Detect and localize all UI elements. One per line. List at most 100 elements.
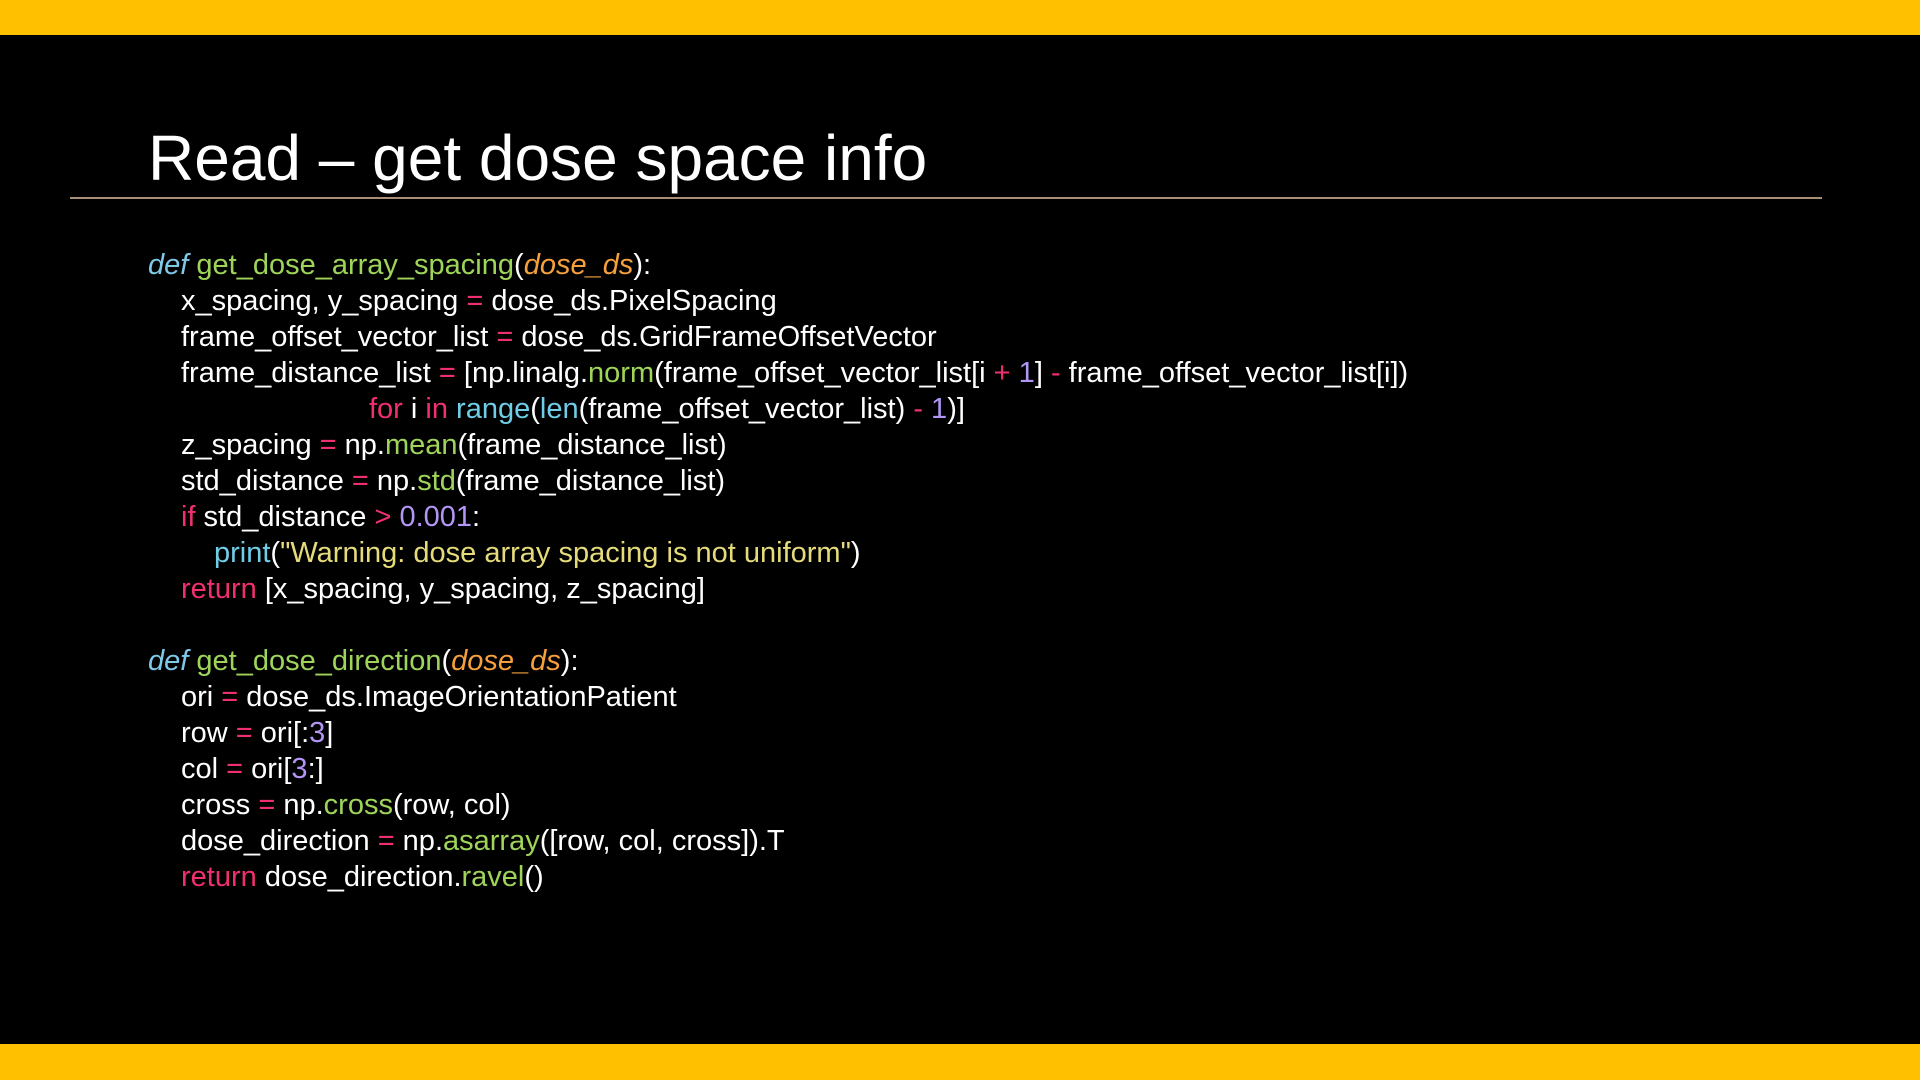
code-line: x_spacing, y_spacing = dose_ds.PixelSpac… xyxy=(148,283,1408,319)
code-line: frame_distance_list = [np.linalg.norm(fr… xyxy=(148,355,1408,391)
code-token-op: + xyxy=(993,357,1011,389)
code-line: return dose_direction.ravel() xyxy=(148,859,1408,895)
code-token-param: dose_ds xyxy=(523,249,634,281)
code-token-kw: for xyxy=(369,393,403,425)
code-token-kw: if xyxy=(181,501,196,533)
code-token-plain: np. xyxy=(336,429,385,461)
code-token-def: def xyxy=(148,249,189,281)
code-token-plain: : xyxy=(472,501,481,533)
code-token-plain: ( xyxy=(441,645,452,677)
code-token-plain: std_distance xyxy=(181,465,352,497)
code-token-op: = xyxy=(496,321,514,353)
code-token-plain: ] xyxy=(1034,357,1051,389)
code-token-str: "Warning: dose array spacing is not unif… xyxy=(280,537,851,569)
code-line: z_spacing = np.mean(frame_distance_list) xyxy=(148,427,1408,463)
code-token-kw: in xyxy=(425,393,448,425)
code-line: dose_direction = np.asarray([row, col, c… xyxy=(148,823,1408,859)
code-line: return [x_spacing, y_spacing, z_spacing] xyxy=(148,571,1408,607)
top-accent-bar xyxy=(0,0,1920,35)
code-token-op: = xyxy=(221,681,239,713)
code-token-method: ravel xyxy=(461,861,525,893)
code-token-kw: return xyxy=(181,573,257,605)
title-underline xyxy=(70,197,1822,199)
code-token-method: cross xyxy=(323,789,393,821)
code-token-plain: ori xyxy=(181,681,222,713)
code-token-plain: frame_offset_vector_list xyxy=(181,321,497,353)
code-block: def get_dose_array_spacing(dose_ds): x_sp… xyxy=(148,247,1408,895)
code-line: def get_dose_array_spacing(dose_ds): xyxy=(148,247,1408,283)
code-token-method: asarray xyxy=(443,825,540,857)
code-token-plain: [np.linalg. xyxy=(455,357,589,389)
code-token-plain: ] xyxy=(325,717,334,749)
code-token-plain: ( xyxy=(270,537,281,569)
code-line: print("Warning: dose array spacing is no… xyxy=(148,535,1408,571)
code-token-plain: ori[ xyxy=(243,753,292,785)
code-token-def: def xyxy=(148,645,189,677)
code-line: cross = np.cross(row, col) xyxy=(148,787,1408,823)
code-token-plain: :] xyxy=(307,753,324,785)
slide: Read – get dose space info def get_dose_… xyxy=(0,0,1920,1080)
code-token-plain: np. xyxy=(394,825,443,857)
code-token-plain: (frame_distance_list) xyxy=(457,429,727,461)
code-token-op: - xyxy=(913,393,923,425)
code-token-plain: x_spacing, y_spacing xyxy=(181,285,467,317)
code-token-method: std xyxy=(417,465,456,497)
code-token-op: = xyxy=(466,285,484,317)
code-token-plain: dose_ds.PixelSpacing xyxy=(483,285,777,317)
code-token-plain: ): xyxy=(560,645,579,677)
code-token-plain: dose_direction xyxy=(181,825,378,857)
code-token-plain: i xyxy=(402,393,426,425)
code-token-num: 1 xyxy=(1018,357,1035,389)
code-token-plain: std_distance xyxy=(195,501,375,533)
code-token-plain: (frame_distance_list) xyxy=(455,465,726,497)
code-token-plain: z_spacing xyxy=(181,429,320,461)
code-token-plain: (frame_offset_vector_list) xyxy=(578,393,914,425)
code-token-op: = xyxy=(351,465,369,497)
code-token-plain: )] xyxy=(947,393,965,425)
slide-title: Read – get dose space info xyxy=(148,122,928,194)
code-token-op: = xyxy=(226,753,244,785)
code-line: row = ori[:3] xyxy=(148,715,1408,751)
code-token-num: 3 xyxy=(309,717,326,749)
code-token-method: norm xyxy=(588,357,655,389)
code-token-plain: ([row, col, cross]).T xyxy=(539,825,785,857)
code-token-plain: (row, col) xyxy=(392,789,511,821)
code-token-plain: () xyxy=(524,861,544,893)
code-token-method: mean xyxy=(384,429,458,461)
code-line: for i in range(len(frame_offset_vector_l… xyxy=(148,391,1408,427)
code-token-op: = xyxy=(377,825,395,857)
code-token-plain: cross xyxy=(181,789,259,821)
code-token-plain: ori[: xyxy=(252,717,310,749)
code-line: if std_distance > 0.001: xyxy=(148,499,1408,535)
code-token-plain: dose_direction. xyxy=(256,861,462,893)
code-token-op: - xyxy=(1050,357,1061,389)
code-line: std_distance = np.std(frame_distance_lis… xyxy=(148,463,1408,499)
code-line: ori = dose_ds.ImageOrientationPatient xyxy=(148,679,1408,715)
code-token-op: > xyxy=(374,501,392,533)
code-token-plain: col xyxy=(181,753,227,785)
code-token-op: = xyxy=(438,357,456,389)
code-line: frame_offset_vector_list = dose_ds.GridF… xyxy=(148,319,1408,355)
code-token-num: 0.001 xyxy=(399,501,473,533)
code-token-num: 1 xyxy=(931,393,948,425)
bottom-accent-bar xyxy=(0,1044,1920,1080)
code-token-kw: return xyxy=(181,861,257,893)
code-token-plain: ( xyxy=(530,393,540,425)
code-token-num: 3 xyxy=(291,753,308,785)
code-token-op: = xyxy=(235,717,253,749)
code-token-plain: dose_ds.GridFrameOffsetVector xyxy=(513,321,937,353)
code-line: col = ori[3:] xyxy=(148,751,1408,787)
code-token-plain: frame_offset_vector_list[i]) xyxy=(1060,357,1409,389)
code-token-builtin: len xyxy=(539,393,579,425)
code-token-plain: row xyxy=(181,717,236,749)
code-token-fn: get_dose_direction xyxy=(196,645,442,677)
code-token-builtin: print xyxy=(214,537,271,569)
code-token-plain: dose_ds.ImageOrientationPatient xyxy=(238,681,677,713)
code-token-plain: np. xyxy=(275,789,324,821)
code-token-fn: get_dose_array_spacing xyxy=(196,249,515,281)
code-token-plain: (frame_offset_vector_list[i xyxy=(654,357,994,389)
